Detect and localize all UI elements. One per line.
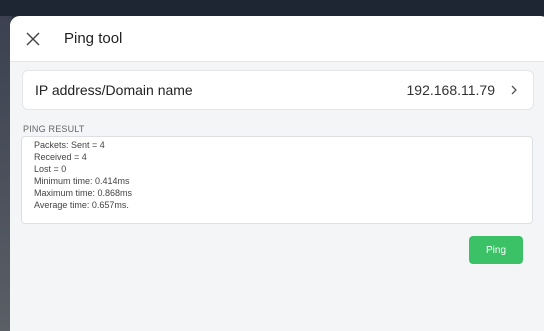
result-line-min-time: Minimum time: 0.414ms xyxy=(34,176,130,186)
result-line-max-time: Maximum time: 0.868ms xyxy=(34,188,133,198)
chevron-right-icon xyxy=(509,84,519,96)
close-button[interactable] xyxy=(24,30,42,48)
ip-address-value: 192.168.11.79 xyxy=(406,82,496,98)
close-icon xyxy=(26,32,40,45)
ip-address-value-group: 192.168.11.79 xyxy=(407,82,520,98)
result-line-lost: Lost = 0 xyxy=(34,164,67,174)
ping-result-box: Packets: Sent = 4 Received = 4 Lost = 0 … xyxy=(21,136,533,224)
ping-result-label: PING RESULT xyxy=(23,124,85,134)
dialog-header: Ping tool xyxy=(10,16,544,62)
result-line-sent: Packets: Sent = 4 xyxy=(34,140,105,150)
result-line-received: Received = 4 xyxy=(34,152,87,162)
ping-button[interactable]: Ping xyxy=(469,236,523,264)
ping-tool-dialog: Ping tool IP address/Domain name 192.168… xyxy=(10,16,544,331)
result-line-avg-time: Average time: 0.657ms. xyxy=(34,200,129,210)
background-top-bar xyxy=(0,0,544,16)
dialog-title: Ping tool xyxy=(64,30,123,47)
ip-address-label: IP address/Domain name xyxy=(35,82,193,98)
ip-address-row[interactable]: IP address/Domain name 192.168.11.79 xyxy=(22,70,534,110)
